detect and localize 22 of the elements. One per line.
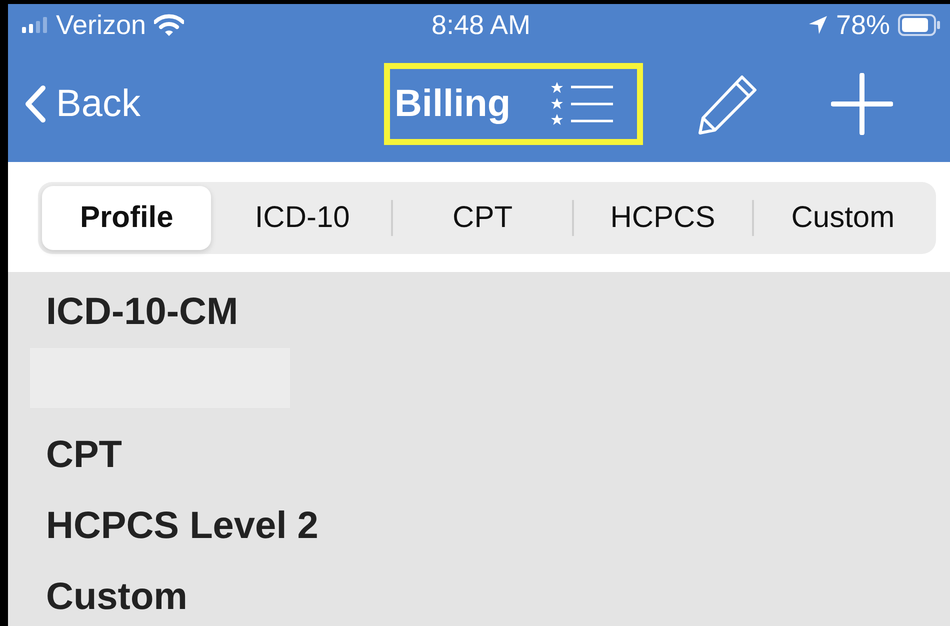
starred-list-icon[interactable] xyxy=(550,81,615,127)
nav-title: Billing xyxy=(394,82,511,126)
signal-icon xyxy=(22,17,48,33)
segment-tab[interactable]: ICD-10 xyxy=(213,186,392,250)
segment-tab[interactable]: CPT xyxy=(393,186,572,250)
segment-tab[interactable]: Profile xyxy=(42,186,212,250)
segment-tab[interactable]: Custom xyxy=(754,186,932,250)
pencil-icon[interactable] xyxy=(696,73,759,135)
status-time: 8:48 AM xyxy=(431,10,531,40)
list-heading: Custom xyxy=(45,575,188,620)
wifi-icon xyxy=(154,14,184,36)
add-icon[interactable] xyxy=(830,73,893,135)
back-button[interactable]: Back xyxy=(24,82,140,126)
chevron-left-icon xyxy=(24,85,46,123)
location-arrow-icon xyxy=(808,15,828,35)
list-heading: HCPCS Level 2 xyxy=(45,504,320,549)
segment-tab[interactable]: HCPCS xyxy=(574,186,752,250)
battery-percent: 78% xyxy=(836,10,890,40)
list-heading: CPT xyxy=(45,433,123,478)
battery-icon xyxy=(898,14,940,36)
carrier-name: Verizon xyxy=(56,10,146,40)
list-heading: ICD-10-CM xyxy=(45,290,240,335)
